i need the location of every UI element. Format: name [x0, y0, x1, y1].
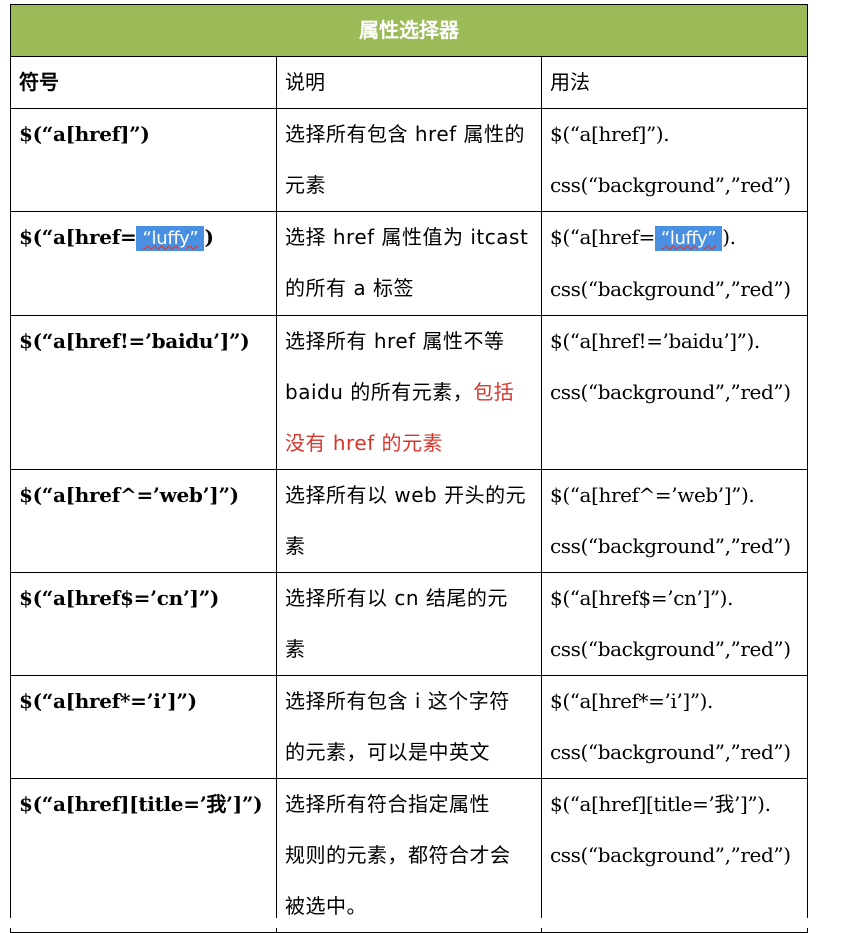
symbol-cell: $(“a[href$=’cn’]”) [10, 572, 277, 676]
symbol-cell: $(“a[href*=’i’]”) [10, 675, 277, 779]
usage-line: css(“background”,”red”) [550, 534, 791, 558]
usage-line: css(“background”,”red”) [550, 277, 791, 301]
table-row: $(“a[href][title=’我’]”) 选择所有符合指定属性 规则的元素… [10, 778, 808, 933]
usage-cell: $(“a[href]”). css(“background”,”red”) [541, 108, 808, 212]
description-line: 选择所有包含 i 这个字符 [285, 689, 510, 713]
description-line: 元素 [285, 173, 326, 197]
usage-line: $(“a[href*=’i’]”). [550, 689, 714, 713]
highlighted-text: “luffy” [660, 228, 717, 249]
usage-suffix: ). [722, 225, 736, 249]
symbol-cell: $(“a[href!=’baidu’]”) [10, 315, 277, 470]
usage-line: css(“background”,”red”) [550, 173, 791, 197]
header-usage: 用法 [541, 56, 808, 109]
usage-line: $(“a[href][title=’我’]”). [550, 792, 771, 816]
description-line: 选择 href 属性值为 itcast [285, 225, 529, 249]
description-cell: 选择所有以 cn 结尾的元 素 [276, 572, 542, 676]
usage-cell: $(“a[href^=’web’]”). css(“background”,”r… [541, 469, 808, 573]
usage-line: css(“background”,”red”) [550, 637, 791, 661]
symbol-text: $(“a[href$=’cn’]”) [19, 586, 220, 610]
symbol-text: $(“a[href*=’i’]”) [19, 689, 197, 713]
header-symbol: 符号 [10, 56, 277, 109]
symbol-text: $(“a[href!=’baidu’]”) [19, 329, 250, 353]
table-row: $(“a[href^=’web’]”) 选择所有以 web 开头的元 素 $(“… [10, 469, 808, 573]
description-red-text: 包括 [473, 380, 515, 404]
table-row: $(“a[href*=’i’]”) 选择所有包含 i 这个字符 的元素，可以是中… [10, 675, 808, 779]
symbol-prefix: $(“a[href= [19, 225, 137, 249]
table-row: $(“a[href= “luffy”) 选择 href 属性值为 itcast 的… [10, 211, 808, 316]
symbol-cell: $(“a[href][title=’我’]”) [10, 778, 277, 933]
description-line: 选择所有以 web 开头的元 [285, 483, 527, 507]
usage-line: $(“a[href= “luffy”). [550, 213, 799, 265]
usage-cell: $(“a[href$=’cn’]”). css(“background”,”re… [541, 572, 808, 676]
table-row: $(“a[href]”) 选择所有包含 href 属性的 元素 $(“a[hre… [10, 108, 808, 212]
usage-line: $(“a[href^=’web’]”). [550, 483, 755, 507]
usage-prefix: $(“a[href= [550, 225, 655, 249]
usage-cell: $(“a[href= “luffy”). css(“background”,”re… [541, 211, 808, 316]
description-cell: 选择所有以 web 开头的元 素 [276, 469, 542, 573]
description-cell: 选择 href 属性值为 itcast 的所有 a 标签 [276, 211, 542, 316]
usage-cell: $(“a[href][title=’我’]”). css(“background… [541, 778, 808, 933]
attribute-selector-table: 属性选择器 符号 说明 用法 $(“a[href]”) 选择所有包含 href … [10, 4, 808, 933]
description-cell: 选择所有符合指定属性 规则的元素，都符合才会 被选中。 [276, 778, 542, 933]
description-line: 选择所有包含 href 属性的 [285, 122, 526, 146]
symbol-text: $(“a[href= “luffy”) [19, 213, 268, 265]
symbol-text: $(“a[href]”) [19, 122, 150, 146]
text-selection-highlight[interactable]: “luffy” [654, 226, 723, 251]
description-line: 素 [285, 637, 306, 661]
usage-line: css(“background”,”red”) [550, 740, 791, 764]
description-line: 的所有 a 标签 [285, 276, 414, 300]
description-line: baidu 的所有元素，包括 [285, 367, 533, 418]
description-text: baidu 的所有元素， [285, 380, 474, 404]
description-line: 选择所有符合指定属性 [285, 792, 490, 816]
description-cell: 选择所有 href 属性不等 baidu 的所有元素，包括 没有 href 的元… [276, 315, 542, 470]
usage-line: $(“a[href$=’cn’]”). [550, 586, 734, 610]
title-row: 属性选择器 [10, 4, 808, 57]
usage-cell: $(“a[href*=’i’]”). css(“background”,”red… [541, 675, 808, 779]
symbol-text: $(“a[href][title=’我’]”) [19, 792, 263, 816]
header-row: 符号 说明 用法 [10, 56, 808, 109]
symbol-suffix: ) [204, 225, 214, 249]
table-row: $(“a[href!=’baidu’]”) 选择所有 href 属性不等 bai… [10, 315, 808, 470]
description-red-line: 没有 href 的元素 [285, 431, 444, 455]
description-line: 的元素，可以是中英文 [285, 740, 490, 764]
usage-line: css(“background”,”red”) [550, 843, 791, 867]
usage-cell: $(“a[href!=’baidu’]”). css(“background”,… [541, 315, 808, 470]
table-row: $(“a[href$=’cn’]”) 选择所有以 cn 结尾的元 素 $(“a[… [10, 572, 808, 676]
table-title: 属性选择器 [10, 4, 808, 57]
description-cell: 选择所有包含 i 这个字符 的元素，可以是中英文 [276, 675, 542, 779]
symbol-text: $(“a[href^=’web’]”) [19, 483, 239, 507]
description-line: 选择所有 href 属性不等 [285, 329, 505, 353]
description-line: 选择所有以 cn 结尾的元 [285, 586, 508, 610]
symbol-cell: $(“a[href^=’web’]”) [10, 469, 277, 573]
highlighted-text: “luffy” [142, 228, 199, 249]
page-bottom-edge [0, 918, 846, 928]
usage-line: $(“a[href!=’baidu’]”). [550, 329, 760, 353]
description-line: 规则的元素，都符合才会 [285, 843, 511, 867]
description-line: 素 [285, 534, 306, 558]
usage-line: css(“background”,”red”) [550, 380, 791, 404]
description-cell: 选择所有包含 href 属性的 元素 [276, 108, 542, 212]
usage-line: $(“a[href]”). [550, 122, 670, 146]
symbol-cell: $(“a[href= “luffy”) [10, 211, 277, 316]
header-description: 说明 [276, 56, 542, 109]
symbol-cell: $(“a[href]”) [10, 108, 277, 212]
text-selection-highlight[interactable]: “luffy” [136, 226, 205, 251]
